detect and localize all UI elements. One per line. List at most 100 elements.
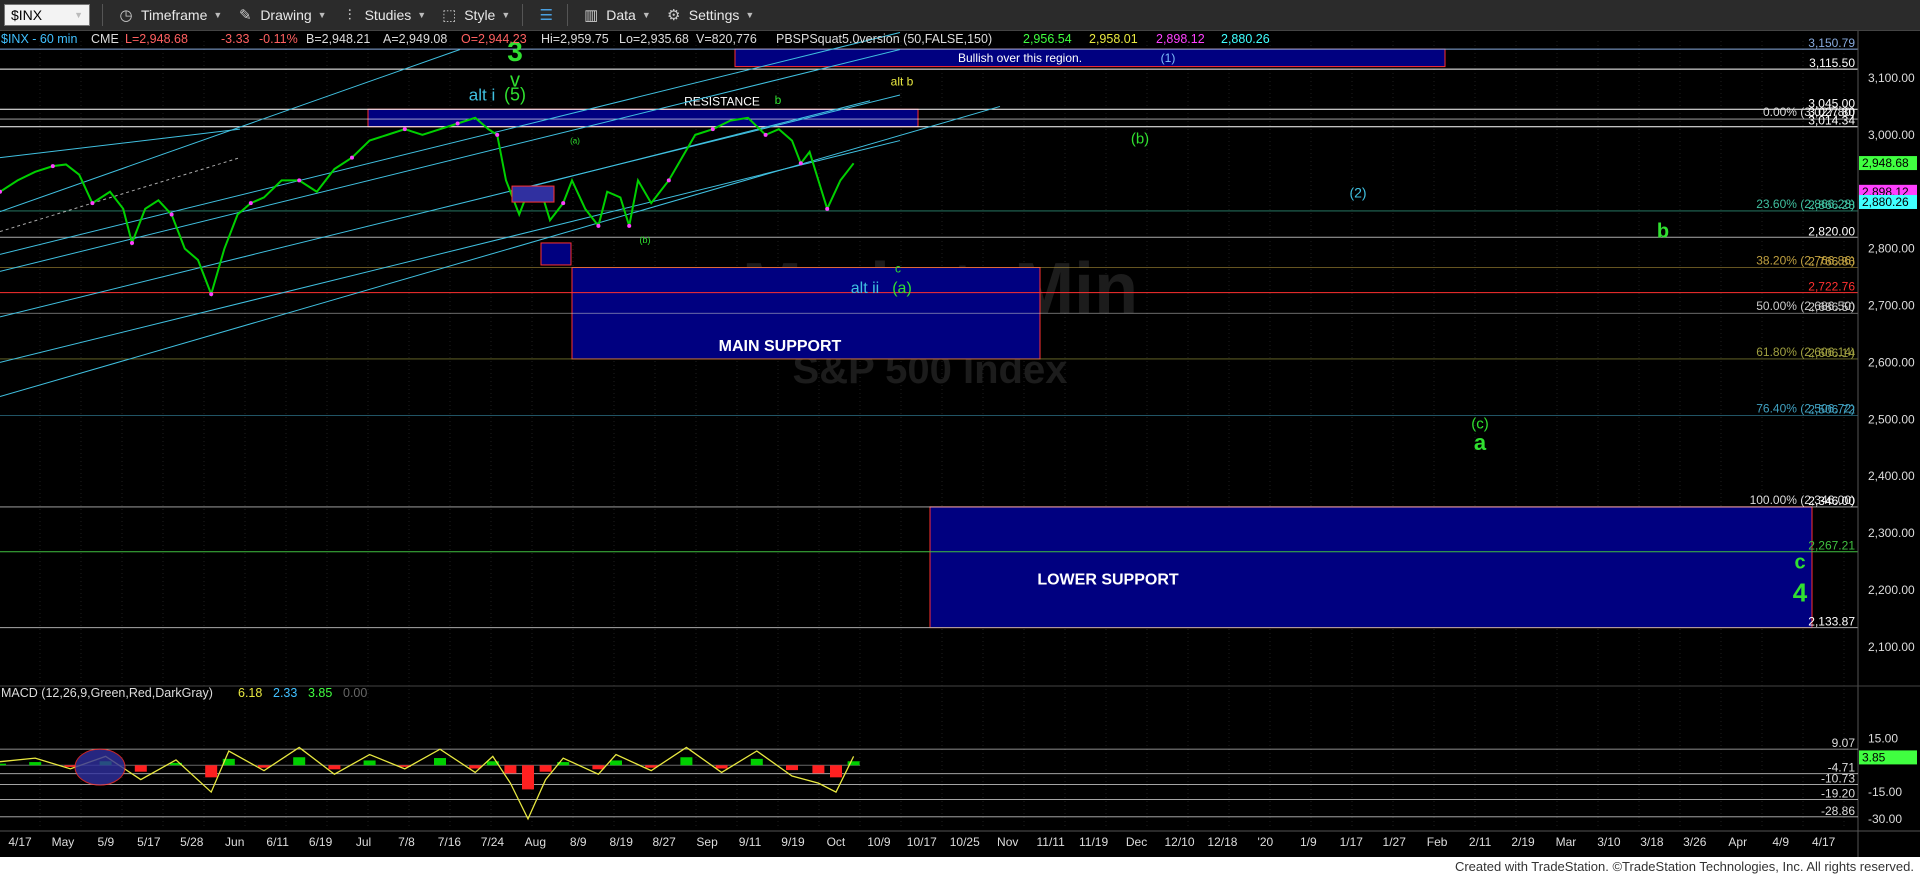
price-tick-1: 2,200.00: [1868, 583, 1915, 597]
header-field-2: L=2,948.68: [125, 32, 188, 46]
right-value-9: 2,820.00: [1808, 224, 1855, 238]
toolbar-divider: [102, 4, 103, 26]
price-chart[interactable]: MarketsMin S&P 500 Index Bullish over th…: [0, 31, 1920, 857]
time-tick-38: 3/18: [1640, 835, 1664, 849]
chevron-down-icon: ▼: [213, 10, 223, 20]
time-tick-20: 10/9: [867, 835, 891, 849]
symbol-input[interactable]: $INX ▼: [4, 4, 90, 26]
time-tick-23: Nov: [997, 835, 1018, 849]
right-value-8: 2,866.28: [1808, 198, 1855, 212]
chevron-down-icon[interactable]: ▼: [74, 10, 83, 20]
wave-label-3: (5): [504, 85, 526, 105]
time-tick-8: Jul: [356, 835, 371, 849]
time-tick-25: 11/19: [1079, 835, 1108, 849]
data-button[interactable]: ▥ Data ▼: [582, 6, 651, 24]
right-value-1: 3,115.50: [1809, 56, 1855, 70]
time-tick-5: Jun: [225, 835, 244, 849]
wave-label-8: b: [1657, 220, 1669, 242]
macd-tick-1: -15.00: [1868, 785, 1902, 799]
studies-button[interactable]: ⫶ Studies ▼: [341, 6, 427, 24]
macd-hist-10: [328, 765, 341, 770]
macd-legend-v4: 0.00: [343, 686, 367, 700]
time-tick-28: 12/18: [1207, 835, 1237, 849]
time-tick-2: 5/9: [98, 835, 115, 849]
header-field-9: Lo=2,935.68: [619, 32, 689, 46]
macd-right-value-4: -28.86: [1821, 804, 1855, 818]
right-value-14: 2,506.72: [1808, 402, 1855, 416]
time-tick-41: 4/9: [1772, 835, 1789, 849]
price-marker-45: [627, 223, 632, 228]
box-label-0: Bullish over this region.: [958, 51, 1082, 65]
macd-hist-27: [812, 765, 825, 774]
macd-hist-25: [750, 758, 763, 766]
time-tick-31: 1/17: [1340, 835, 1364, 849]
right-value-0: 3,150.79: [1808, 36, 1855, 50]
wave-label-16: a: [1474, 430, 1487, 455]
chart-area[interactable]: MarketsMin S&P 500 Index Bullish over th…: [0, 31, 1920, 876]
macd-tick-0: 15.00: [1868, 732, 1898, 746]
box-label-4: LOWER SUPPORT: [1037, 571, 1179, 588]
macd-hist-28: [830, 765, 842, 778]
price-marker-3: [50, 164, 55, 169]
time-tick-26: Dec: [1126, 835, 1147, 849]
price-tick-6: 2,700.00: [1868, 299, 1915, 313]
right-value-17: 2,133.87: [1808, 615, 1855, 629]
symbol-text: $INX: [11, 7, 43, 23]
header-field-12: 2,956.54: [1023, 32, 1072, 46]
right-value-4: 3,014.34: [1808, 114, 1855, 128]
price-tick-7: 2,800.00: [1868, 242, 1915, 256]
drawing-button[interactable]: ✎ Drawing ▼: [236, 6, 327, 24]
price-marker-15: [209, 292, 214, 297]
macd-hist-21: [610, 760, 622, 766]
macd-hist-4: [134, 765, 147, 772]
macd-tick-2: -30.00: [1868, 812, 1902, 826]
time-tick-17: 9/11: [739, 835, 762, 849]
time-tick-0: 4/17: [8, 835, 32, 849]
price-marker-57: [798, 161, 803, 166]
chevron-down-icon: ▼: [641, 10, 651, 20]
wave-label-4: b: [775, 93, 782, 107]
settings-button[interactable]: ⚙ Settings ▼: [665, 6, 754, 24]
price-badge-text-5: 2,948.68: [1862, 156, 1909, 170]
layout-icon: ☰: [539, 7, 553, 24]
time-tick-39: 3/26: [1683, 835, 1707, 849]
footer-credit: Created with TradeStation. ©TradeStation…: [1454, 859, 1914, 874]
layout-button[interactable]: ☰: [537, 6, 555, 24]
box-label-2: RESISTANCE: [684, 94, 760, 108]
header-field-13: 2,958.01: [1089, 32, 1138, 46]
macd-hist-0: [0, 763, 6, 766]
time-tick-22: 10/25: [950, 835, 980, 849]
header-field-1: CME: [91, 32, 119, 46]
time-tick-11: 7/24: [481, 835, 505, 849]
price-tick-4: 2,500.00: [1868, 412, 1915, 426]
macd-right-value-3: -19.20: [1821, 787, 1855, 801]
wave-label-12: c: [895, 262, 901, 276]
macd-right-value-2: -10.73: [1821, 771, 1855, 785]
header-field-5: B=2,948.21: [306, 32, 370, 46]
clock-icon: ◷: [119, 7, 133, 24]
time-tick-14: 8/19: [610, 835, 634, 849]
time-tick-36: Mar: [1556, 835, 1577, 849]
time-tick-16: Sep: [696, 835, 718, 849]
price-marker-33: [495, 132, 500, 137]
macd-badge-text: 3.85: [1862, 750, 1886, 764]
wave-label-6: (b): [1131, 130, 1149, 147]
style-button[interactable]: ⬚ Style ▼: [440, 6, 510, 24]
wave-label-5: alt b: [891, 74, 914, 88]
time-tick-33: Feb: [1427, 835, 1448, 849]
zone-box-1: [367, 108, 919, 128]
wave-label-10: (a): [570, 136, 580, 145]
price-marker-54: [763, 132, 768, 137]
time-tick-13: 8/9: [570, 835, 587, 849]
timeframe-button[interactable]: ◷ Timeframe ▼: [117, 6, 222, 24]
right-value-12: 2,686.50: [1808, 300, 1855, 314]
price-marker-39: [561, 201, 566, 206]
price-tick-9: 3,000.00: [1868, 128, 1915, 142]
time-tick-30: 1/9: [1300, 835, 1317, 849]
box-label-3: MAIN SUPPORT: [719, 338, 842, 355]
wave-label-13: alt ii: [851, 280, 879, 297]
studies-label: Studies: [364, 7, 412, 23]
time-tick-34: 2/11: [1469, 835, 1492, 849]
header-field-7: O=2,944.23: [461, 32, 527, 46]
macd-legend-v3: 3.85: [308, 686, 332, 700]
